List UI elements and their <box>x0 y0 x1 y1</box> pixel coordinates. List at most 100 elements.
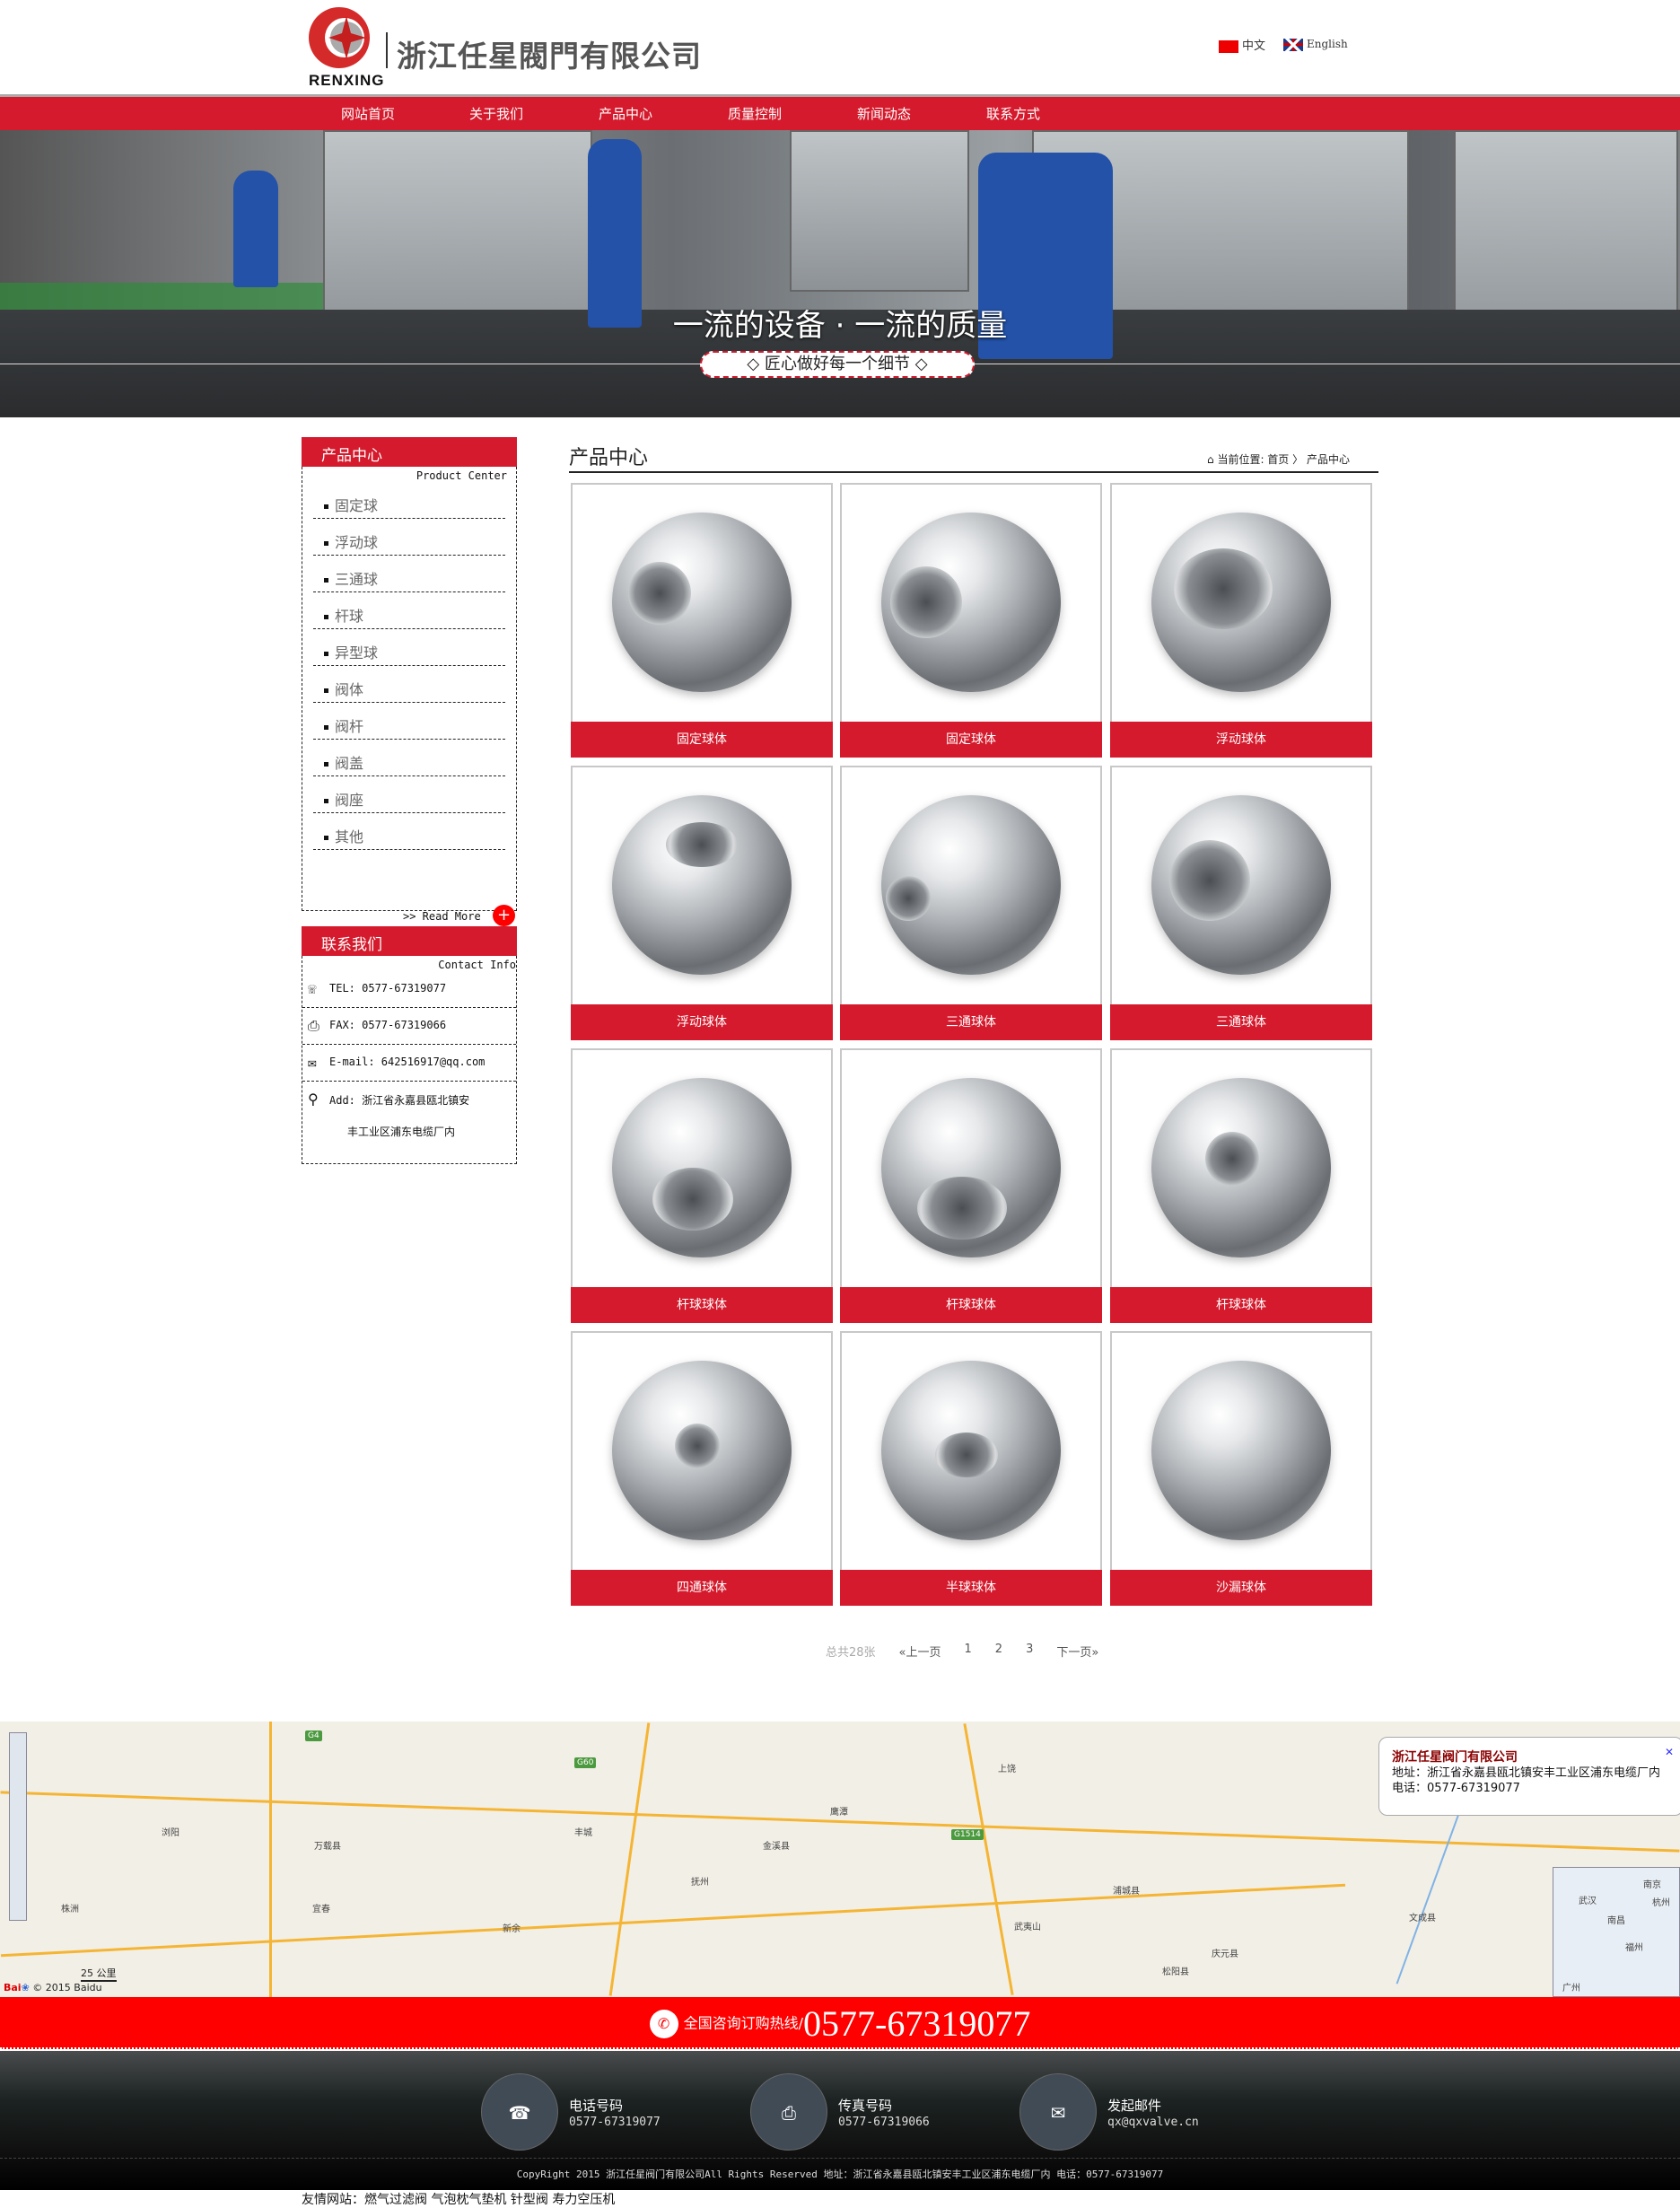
product-image[interactable] <box>1112 1333 1370 1568</box>
product-image[interactable] <box>842 1333 1100 1568</box>
page-3[interactable]: 3 <box>1026 1643 1033 1660</box>
product-label[interactable]: 半球球体 <box>840 1570 1102 1606</box>
product-card[interactable]: 沙漏球体 <box>1110 1331 1372 1606</box>
pagination: 总共28张 «上一页 1 2 3 下一页» <box>826 1643 1122 1660</box>
product-card[interactable]: 三通球体 <box>840 766 1102 1040</box>
friend-links[interactable]: 友情网站：燃气过滤阀 气泡枕气垫机 针型阀 寿力空压机 <box>302 2190 615 2208</box>
product-image[interactable] <box>573 485 831 720</box>
product-image[interactable] <box>573 1333 831 1568</box>
category-item[interactable]: 阀体 <box>313 666 505 703</box>
map-info-title: 浙江任星阀门有限公司 <box>1392 1750 1518 1765</box>
ball-bore <box>917 1177 1007 1240</box>
ball-bore <box>935 1433 998 1477</box>
map-town: 宜春 <box>312 1905 330 1914</box>
product-label[interactable]: 杆球球体 <box>840 1287 1102 1323</box>
map-town: 南京 <box>1643 1880 1661 1890</box>
plus-icon[interactable]: + <box>493 905 515 926</box>
lang-english[interactable]: English <box>1283 38 1348 51</box>
product-label[interactable]: 浮动球体 <box>571 1004 833 1040</box>
copyright: CopyRight 2015 浙江任星阀门有限公司All Rights Rese… <box>516 2169 1164 2180</box>
product-label[interactable]: 三通球体 <box>1110 1004 1372 1040</box>
page-1[interactable]: 1 <box>965 1643 972 1660</box>
nav-products[interactable]: 产品中心 <box>599 104 652 123</box>
category-item[interactable]: 三通球 <box>313 556 505 592</box>
product-card[interactable]: 杆球球体 <box>840 1048 1102 1323</box>
category-item[interactable]: 阀盖 <box>313 740 505 776</box>
hotline-bar: ✆ 全国咨询订购热线/0577-67319077 <box>0 1997 1680 2049</box>
product-label[interactable]: 固定球体 <box>571 722 833 758</box>
contact-email: ✉ E-mail: 642516917@qq.com <box>302 1045 516 1082</box>
next-page[interactable]: 下一页» <box>1056 1643 1098 1660</box>
product-card[interactable]: 半球球体 <box>840 1331 1102 1606</box>
product-label[interactable]: 三通球体 <box>840 1004 1102 1040</box>
product-card[interactable]: 杆球球体 <box>571 1048 833 1323</box>
envelope-icon: ✉ <box>308 1054 317 1071</box>
nav-news[interactable]: 新闻动态 <box>857 104 911 123</box>
footer-item-title: 发起邮件 <box>1107 2097 1162 2114</box>
ball-bore <box>628 562 691 625</box>
lang-chinese[interactable]: 中文 <box>1219 36 1265 53</box>
footer-item-value: 0577-67319066 <box>838 2115 930 2129</box>
nav-about[interactable]: 关于我们 <box>469 104 523 123</box>
prev-page[interactable]: «上一页 <box>899 1643 941 1660</box>
uk-flag-icon <box>1283 38 1304 51</box>
close-icon[interactable]: ✕ <box>1665 1745 1674 1760</box>
product-card[interactable]: 三通球体 <box>1110 766 1372 1040</box>
category-item[interactable]: 固定球 <box>313 482 505 519</box>
product-card[interactable]: 四通球体 <box>571 1331 833 1606</box>
breadcrumb-sep: 〉 <box>1289 453 1307 466</box>
email-text[interactable]: E-mail: 642516917@qq.com <box>329 1056 485 1068</box>
logo-text: RENXING <box>309 72 385 89</box>
nav-contact[interactable]: 联系方式 <box>986 104 1040 123</box>
hotline-label: 全国咨询订购热线/ <box>683 2014 804 2032</box>
ball-valve-image <box>612 1361 792 1540</box>
category-item[interactable]: 阀座 <box>313 776 505 813</box>
footer-item-value[interactable]: qx@qxvalve.cn <box>1107 2116 1199 2129</box>
category-item[interactable]: 阀杆 <box>313 703 505 740</box>
footer-email: ✉ 发起邮件 qx@qxvalve.cn <box>1019 2073 1199 2151</box>
product-card[interactable]: 固定球体 <box>571 483 833 758</box>
product-image[interactable] <box>842 1050 1100 1285</box>
product-image[interactable] <box>842 767 1100 1003</box>
page-2[interactable]: 2 <box>995 1643 1002 1660</box>
category-item[interactable]: 其他 <box>313 813 505 850</box>
category-item[interactable]: 杆球 <box>313 592 505 629</box>
breadcrumb-home[interactable]: 首页 <box>1267 453 1289 466</box>
hotline-number: 0577-67319077 <box>803 2003 1031 2044</box>
product-card[interactable]: 固定球体 <box>840 483 1102 758</box>
category-item[interactable]: 异型球 <box>313 629 505 666</box>
map-zoom-control[interactable] <box>9 1732 27 1921</box>
map-overview[interactable]: 武汉 南京 杭州 福州 广州 南昌 <box>1553 1867 1680 1997</box>
map-info-window: 浙江任星阀门有限公司 地址：浙江省永嘉县瓯北镇安丰工业区浦东电缆厂内 电话：05… <box>1378 1737 1680 1816</box>
ball-valve-image <box>881 1078 1061 1257</box>
baidu-logo-icon: ❀ <box>21 1982 30 1993</box>
product-card[interactable]: 杆球球体 <box>1110 1048 1372 1323</box>
map-info-phone: 电话：0577-67319077 <box>1392 1782 1520 1795</box>
product-image[interactable] <box>1112 1050 1370 1285</box>
product-card[interactable]: 浮动球体 <box>571 766 833 1040</box>
ball-valve-image <box>1151 1361 1331 1540</box>
product-label[interactable]: 杆球球体 <box>1110 1287 1372 1323</box>
product-card[interactable]: 浮动球体 <box>1110 483 1372 758</box>
product-image[interactable] <box>573 767 831 1003</box>
phone-icon: ☎ <box>481 2073 558 2151</box>
read-more-link[interactable]: >> Read More <box>403 910 481 923</box>
envelope-icon[interactable]: ✉ <box>1019 2073 1097 2151</box>
product-image[interactable] <box>1112 485 1370 720</box>
breadcrumb: ⌂ 当前位置: 首页 〉 产品中心 <box>1207 451 1350 467</box>
category-item[interactable]: 浮动球 <box>313 519 505 556</box>
map-road <box>269 1722 272 1997</box>
product-image[interactable] <box>573 1050 831 1285</box>
product-image[interactable] <box>1112 767 1370 1003</box>
nav-quality[interactable]: 质量控制 <box>728 104 782 123</box>
product-label[interactable]: 浮动球体 <box>1110 722 1372 758</box>
product-label[interactable]: 沙漏球体 <box>1110 1570 1372 1606</box>
product-label[interactable]: 固定球体 <box>840 722 1102 758</box>
breadcrumb-prefix: 当前位置: <box>1217 453 1268 466</box>
nav-home[interactable]: 网站首页 <box>341 104 395 123</box>
product-image[interactable] <box>842 485 1100 720</box>
highway-shield: G60 <box>574 1757 597 1768</box>
product-label[interactable]: 杆球球体 <box>571 1287 833 1323</box>
footer-item-title: 电话号码 <box>569 2097 624 2114</box>
product-label[interactable]: 四通球体 <box>571 1570 833 1606</box>
